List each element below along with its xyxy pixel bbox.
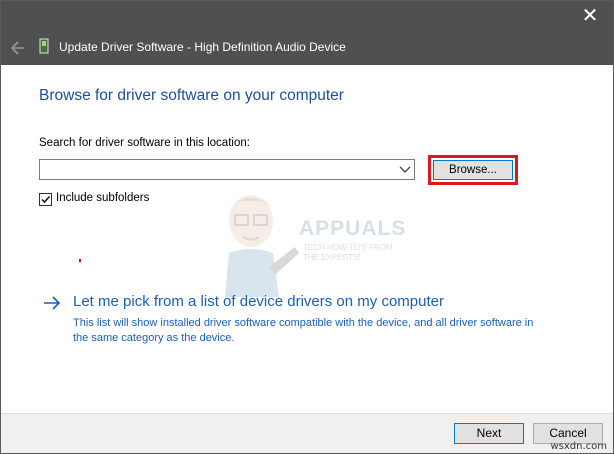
audio-device-icon bbox=[39, 38, 49, 54]
include-subfolders-label[interactable]: Include subfolders bbox=[56, 192, 149, 204]
watermark-tagline-line-1: TECH HOW-TO'S FROM bbox=[303, 243, 393, 252]
browse-button[interactable]: Browse... bbox=[433, 160, 513, 180]
page-title: Browse for driver software on your compu… bbox=[39, 87, 344, 104]
wizard-header: Update Driver Software - High Definition… bbox=[1, 31, 613, 65]
arrow-right-icon bbox=[44, 296, 61, 310]
watermark-tagline-line-2: THE EXPERTS! bbox=[303, 253, 361, 262]
next-button[interactable]: Next bbox=[454, 423, 524, 444]
watermark-logo: APPUALS TECH HOW-TO'S FROM THE EXPERTS! bbox=[207, 187, 407, 297]
pick-from-list-link[interactable]: Let me pick from a list of device driver… bbox=[43, 292, 563, 348]
search-location-label: Search for driver software in this locat… bbox=[39, 137, 250, 149]
mascot-icon bbox=[225, 195, 299, 297]
site-watermark: wsxdn.com bbox=[550, 441, 607, 452]
watermark-tagline: TECH HOW-TO'S FROM THE EXPERTS! bbox=[303, 243, 393, 263]
update-driver-window: ✕ Update Driver Software - High Definiti… bbox=[0, 0, 614, 454]
include-subfolders-checkbox[interactable] bbox=[39, 193, 52, 206]
chevron-down-icon[interactable] bbox=[399, 164, 411, 174]
stray-red-mark bbox=[79, 259, 81, 262]
wizard-footer: Next Cancel wsxdn.com bbox=[1, 413, 613, 453]
watermark-name: APPUALS bbox=[299, 217, 407, 240]
pick-from-list-title[interactable]: Let me pick from a list of device driver… bbox=[73, 293, 444, 310]
close-button[interactable]: ✕ bbox=[575, 4, 605, 28]
path-combobox[interactable] bbox=[39, 159, 415, 180]
title-bar: ✕ bbox=[1, 1, 613, 31]
wizard-title: Update Driver Software - High Definition… bbox=[59, 40, 346, 54]
checkmark-icon bbox=[41, 195, 51, 204]
path-input[interactable] bbox=[40, 160, 398, 179]
back-arrow-icon[interactable] bbox=[9, 38, 27, 58]
wizard-content: Browse for driver software on your compu… bbox=[1, 65, 613, 415]
pick-from-list-description: This list will show installed driver sof… bbox=[73, 317, 534, 344]
